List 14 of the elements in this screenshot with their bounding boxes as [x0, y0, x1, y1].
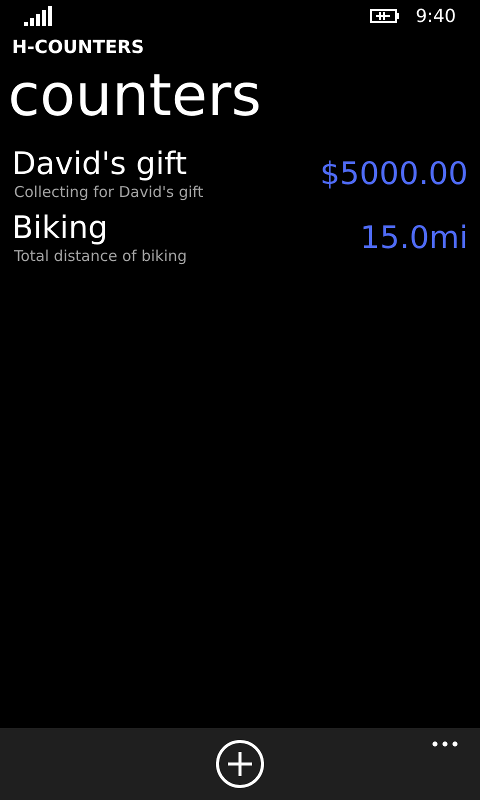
counter-description: Collecting for David's gift: [14, 182, 204, 202]
plus-icon: [227, 751, 253, 777]
signal-strength-icon: [24, 6, 54, 26]
add-button[interactable]: [216, 740, 264, 788]
page-title: counters: [8, 60, 262, 130]
counter-name: David's gift: [12, 146, 188, 182]
battery-charging-icon: [370, 8, 400, 24]
clock-time: 9:40: [416, 4, 456, 28]
counter-value: $5000.00: [320, 156, 468, 192]
counter-description: Total distance of biking: [14, 246, 187, 266]
more-options-icon[interactable]: [432, 741, 458, 747]
counter-value: 15.0mi: [360, 220, 468, 256]
app-title: H-COUNTERS: [12, 36, 146, 60]
counter-name: Biking: [12, 210, 109, 246]
